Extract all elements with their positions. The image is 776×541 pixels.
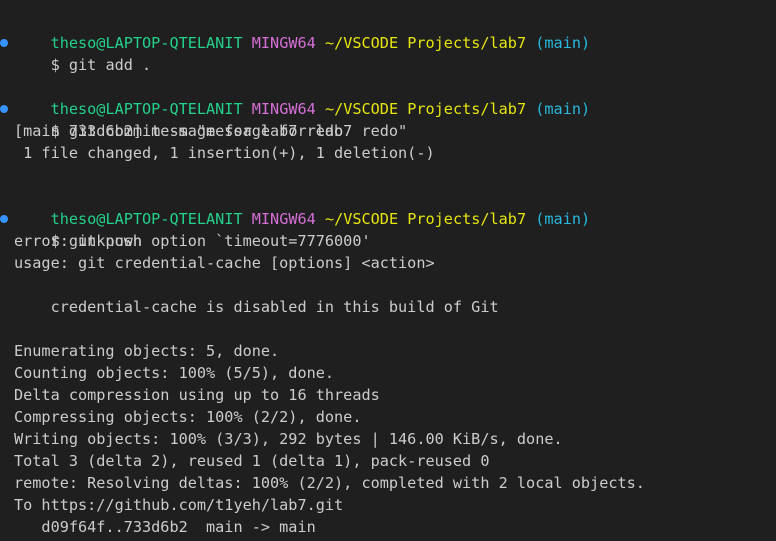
prompt-line: theso@LAPTOP-QTELANIT MINGW64 ~/VSCODE P… xyxy=(0,10,776,52)
output-line: [main 733d6b2] message for lab7 redo xyxy=(14,122,344,140)
output-line: Compressing objects: 100% (2/2), done. xyxy=(14,408,362,426)
output-line: Writing objects: 100% (3/3), 292 bytes |… xyxy=(14,430,563,448)
command-decoration-icon[interactable] xyxy=(0,105,8,113)
output-line: remote: Resolving deltas: 100% (2/2), co… xyxy=(14,474,645,492)
output-line: Counting objects: 100% (5/5), done. xyxy=(14,364,335,382)
terminal-panel[interactable]: theso@LAPTOP-QTELANIT MINGW64 ~/VSCODE P… xyxy=(0,0,776,541)
command-line: $ git add . xyxy=(0,32,776,74)
output-line: 1 file changed, 1 insertion(+), 1 deleti… xyxy=(14,144,435,162)
output-line: d09f64f..733d6b2 main -> main xyxy=(14,518,316,536)
command-line: $ git commit -m "message for lab7 redo" xyxy=(0,98,776,140)
output-line: Total 3 (delta 2), reused 1 (delta 1), p… xyxy=(14,452,490,470)
output-line: usage: git credential-cache [options] <a… xyxy=(14,254,435,272)
output-line: credential-cache is disabled in this bui… xyxy=(14,298,499,316)
prompt-line: theso@LAPTOP-QTELANIT MINGW64 ~/VSCODE P… xyxy=(0,186,776,228)
command-decoration-icon[interactable] xyxy=(0,39,8,47)
output-line: Delta compression using up to 16 threads xyxy=(14,386,380,404)
output-line: error: unknown option `timeout=7776000' xyxy=(14,232,371,250)
command-line: $ git push xyxy=(0,208,776,250)
prompt-line: theso@LAPTOP-QTELANIT MINGW64 ~/VSCODE P… xyxy=(0,76,776,118)
command-decoration-icon[interactable] xyxy=(0,215,8,223)
output-line: Enumerating objects: 5, done. xyxy=(14,342,280,360)
output-line: To https://github.com/t1yeh/lab7.git xyxy=(14,496,344,514)
